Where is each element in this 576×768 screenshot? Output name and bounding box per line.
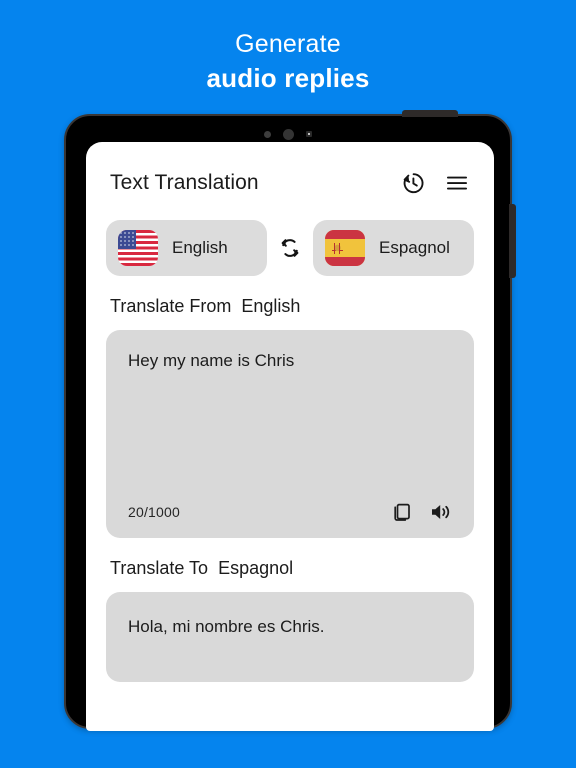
us-flag-icon xyxy=(118,230,158,266)
promo-line-1: Generate xyxy=(235,30,341,58)
promo-line-2: audio replies xyxy=(206,62,370,93)
device-screen: Text Translation English Espagnol Transl… xyxy=(86,142,494,731)
hamburger-menu-icon[interactable] xyxy=(442,168,472,198)
translate-to-language: Espagnol xyxy=(218,558,294,578)
app-bar: Text Translation xyxy=(86,142,494,224)
translate-to-label-row: Translate To Espagnol xyxy=(86,558,494,579)
source-text-card[interactable]: Hey my name is Chris 20/1000 xyxy=(106,330,474,538)
copy-icon[interactable] xyxy=(390,500,414,524)
speaker-icon[interactable] xyxy=(428,500,452,524)
front-camera-icon xyxy=(283,128,294,140)
tablet-device-frame: Text Translation English Espagnol Transl… xyxy=(64,110,516,731)
page-title: Text Translation xyxy=(110,171,259,194)
app-bar-actions xyxy=(398,168,472,198)
translate-from-label: Translate From xyxy=(110,296,232,316)
promo-header: Generate audio replies xyxy=(0,30,576,93)
history-icon[interactable] xyxy=(398,168,428,198)
translate-from-label-row: Translate From English xyxy=(86,296,494,317)
translate-to-label: Translate To xyxy=(110,558,209,578)
swap-languages-icon[interactable] xyxy=(267,225,313,271)
device-power-button[interactable] xyxy=(402,110,458,117)
character-counter: 20/1000 xyxy=(128,504,181,520)
source-card-actions xyxy=(390,500,452,524)
source-language-label: English xyxy=(172,238,228,257)
indicator-light-icon xyxy=(306,131,312,137)
source-language-chip[interactable]: English xyxy=(106,220,267,276)
proximity-sensor-icon xyxy=(264,130,271,138)
translated-text-card[interactable]: Hola, mi nombre es Chris. xyxy=(106,592,474,682)
translated-text-output: Hola, mi nombre es Chris. xyxy=(128,617,325,636)
target-language-chip[interactable]: Espagnol xyxy=(313,220,474,276)
device-volume-button[interactable] xyxy=(509,204,516,278)
target-language-label: Espagnol xyxy=(379,238,450,257)
translate-from-language: English xyxy=(241,296,301,316)
source-card-footer: 20/1000 xyxy=(128,500,452,524)
spain-flag-icon xyxy=(325,230,365,266)
language-selector-row: English Espagnol xyxy=(86,220,494,276)
source-text-input[interactable]: Hey my name is Chris xyxy=(128,350,452,500)
device-front-sensors xyxy=(66,125,510,143)
